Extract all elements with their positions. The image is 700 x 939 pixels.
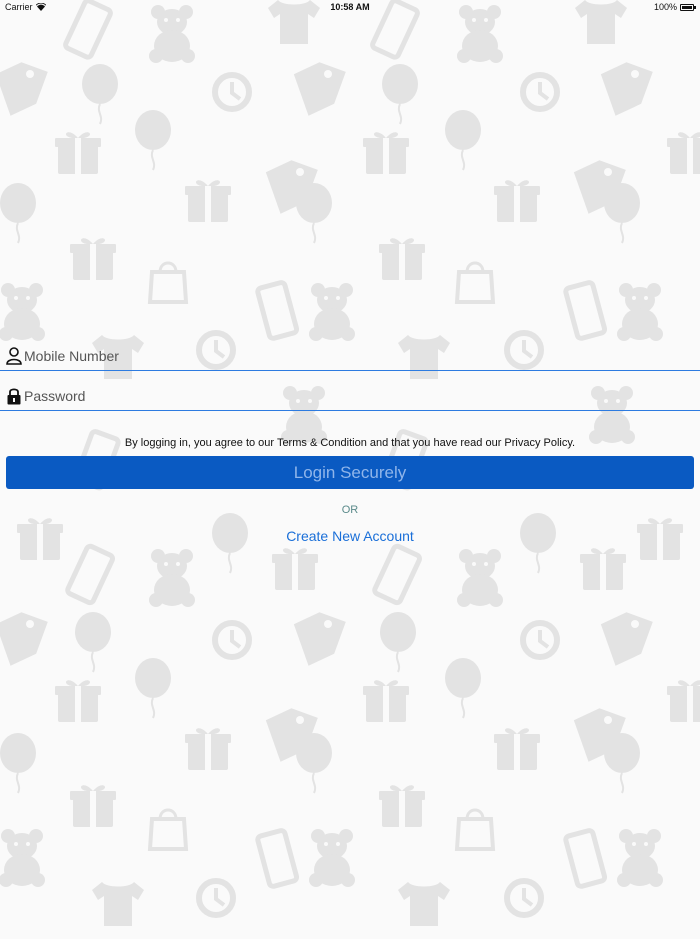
or-divider: OR <box>341 504 359 516</box>
battery-percent: 100% <box>653 2 677 12</box>
mobile-number-field[interactable] <box>0 341 700 371</box>
login-button[interactable]: Login Securely <box>6 456 694 489</box>
password-input[interactable] <box>24 385 684 407</box>
terms-text: By logging in, you agree to our Terms & … <box>124 437 576 449</box>
create-account-link[interactable]: Create New Account <box>0 528 700 544</box>
password-field[interactable] <box>0 381 700 411</box>
status-bar: Carrier 10:58 AM 100% <box>0 0 700 14</box>
user-icon <box>6 347 22 365</box>
lock-icon <box>7 388 21 405</box>
battery-icon <box>680 3 696 11</box>
status-time: 10:58 AM <box>330 2 370 12</box>
mobile-number-input[interactable] <box>24 345 684 367</box>
status-right: 100% <box>653 2 696 12</box>
